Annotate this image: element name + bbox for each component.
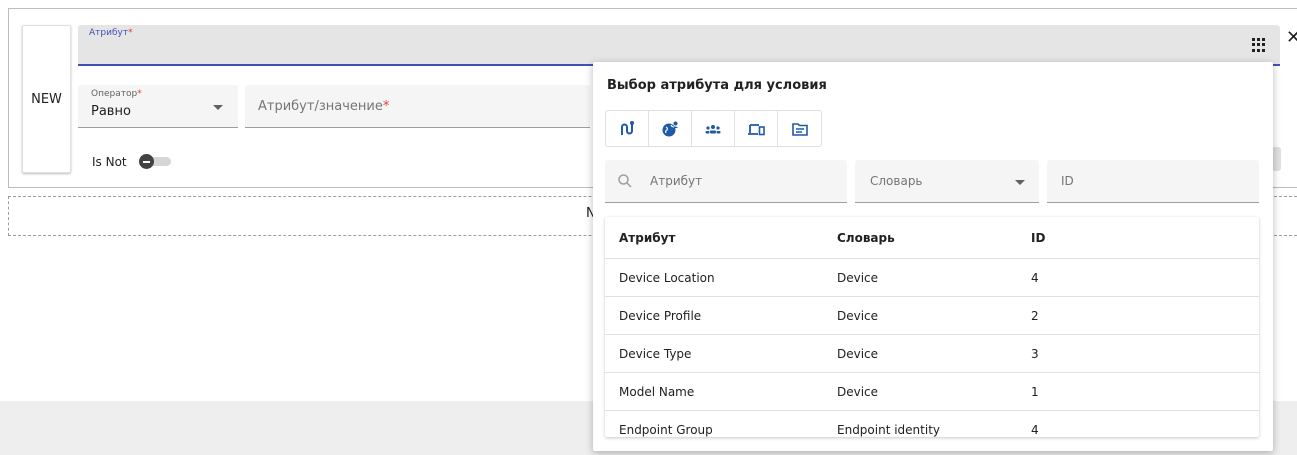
cell-dictionary: Device: [837, 270, 879, 285]
value-field[interactable]: Атрибут/значение*: [245, 85, 590, 128]
cell-id: 3: [1031, 346, 1039, 361]
operator-label: Оператор*: [91, 89, 142, 99]
isnot-label: Is Not: [92, 155, 127, 169]
devices-icon: [748, 123, 765, 135]
operator-select[interactable]: Оператор* Равно: [78, 85, 238, 128]
search-icon: [618, 174, 632, 188]
isnot-toggle[interactable]: [139, 154, 171, 169]
attribute-search-input[interactable]: Атрибут: [605, 160, 847, 203]
cell-id: 1: [1031, 384, 1039, 399]
tab-globe[interactable]: [649, 111, 692, 146]
cell-id: 4: [1031, 270, 1039, 285]
chevron-down-icon: [1015, 180, 1025, 185]
globe-person-icon: [662, 121, 678, 136]
cell-id: 2: [1031, 308, 1039, 323]
id-placeholder: ID: [1061, 174, 1074, 188]
attribute-picker-popup: Выбор атрибута для условия Атрибут Слова…: [593, 62, 1273, 451]
cell-attribute: Model Name: [619, 384, 695, 399]
dictionary-select[interactable]: Словарь: [855, 160, 1039, 203]
cell-attribute: Endpoint Group: [619, 422, 713, 437]
value-label-text: Атрибут/значение: [258, 99, 383, 114]
column-header-attribute[interactable]: Атрибут: [605, 231, 837, 245]
required-mark: *: [128, 28, 133, 38]
operator-label-text: Оператор: [91, 89, 138, 99]
list-box-icon: [791, 122, 808, 136]
cell-attribute: Device Type: [619, 346, 692, 361]
table-header: Атрибут Словарь ID: [605, 217, 1259, 259]
group-icon: [705, 124, 721, 133]
dictionary-icon-tabs: [605, 110, 822, 147]
page-root: NEW Атрибут* ✕ Оператор* Равно Атрибут/з…: [0, 0, 1297, 455]
cell-dictionary: Device: [837, 346, 879, 361]
value-field-label: Атрибут/значение*: [258, 99, 389, 114]
new-badge[interactable]: NEW: [22, 25, 71, 173]
attribute-table: Атрибут Словарь ID Device Location Devic…: [605, 217, 1259, 437]
cell-dictionary: Device: [837, 384, 879, 399]
side-button-stub[interactable]: [1272, 147, 1281, 171]
table-row[interactable]: Model Name Device 1: [605, 373, 1259, 411]
table-row[interactable]: Device Location Device 4: [605, 259, 1259, 297]
cell-attribute: Device Profile: [619, 308, 702, 323]
required-mark: *: [137, 89, 142, 99]
search-placeholder: Атрибут: [650, 174, 703, 188]
attribute-label-text: Атрибут: [89, 28, 129, 38]
dictionary-placeholder: Словарь: [870, 174, 923, 188]
chevron-down-icon: [213, 105, 223, 110]
tab-flow[interactable]: [606, 111, 649, 146]
table-row[interactable]: Device Type Device 3: [605, 335, 1259, 373]
attribute-field-label: Атрибут*: [89, 28, 133, 38]
cell-id: 4: [1031, 422, 1039, 437]
tab-list[interactable]: [778, 111, 821, 146]
table-row[interactable]: Device Profile Device 2: [605, 297, 1259, 335]
popup-title: Выбор атрибута для условия: [607, 78, 827, 93]
id-filter-input[interactable]: ID: [1047, 160, 1259, 203]
attribute-field[interactable]: Атрибут*: [78, 25, 1280, 66]
new-label: NEW: [31, 91, 62, 107]
cell-attribute: Device Location: [619, 270, 715, 285]
column-header-id[interactable]: ID: [1031, 231, 1259, 245]
cell-dictionary: Endpoint identity: [837, 422, 941, 437]
close-icon[interactable]: ✕: [1286, 29, 1297, 47]
grid-icon[interactable]: [1252, 38, 1266, 52]
required-mark: *: [382, 99, 390, 114]
flow-icon: [621, 120, 634, 135]
column-header-dictionary[interactable]: Словарь: [837, 231, 1031, 245]
table-row[interactable]: Endpoint Group Endpoint identity 4: [605, 411, 1259, 437]
tab-group[interactable]: [692, 111, 735, 146]
toggle-knob: [139, 154, 154, 169]
cell-dictionary: Device: [837, 308, 879, 323]
tab-devices[interactable]: [735, 111, 778, 146]
operator-value: Равно: [91, 104, 131, 119]
